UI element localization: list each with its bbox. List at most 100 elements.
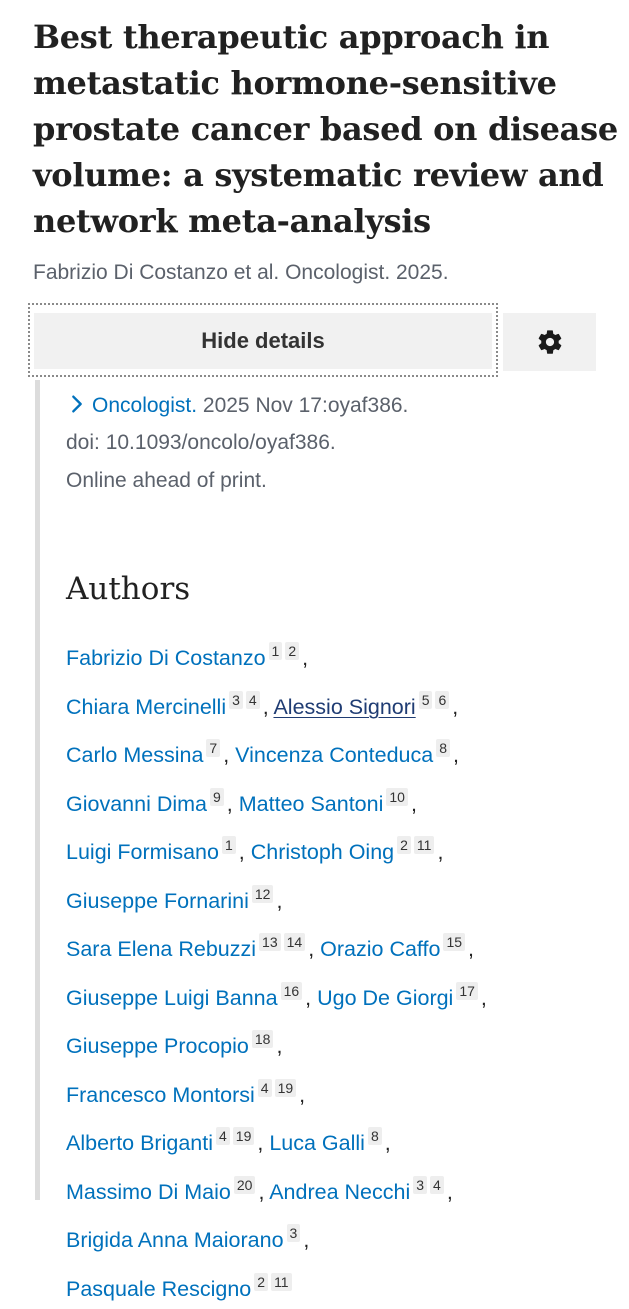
author-link[interactable]: Francesco Montorsi: [66, 1083, 255, 1107]
affiliation-ref[interactable]: 5: [419, 691, 433, 709]
affiliation-refs: 211: [397, 824, 437, 864]
author-link[interactable]: Fabrizio Di Costanzo: [66, 646, 266, 670]
author-link[interactable]: Alessio Signori: [273, 695, 415, 719]
display-settings-button[interactable]: [503, 313, 596, 371]
author-link[interactable]: Sara Elena Rebuzzi: [66, 937, 256, 961]
affiliation-ref[interactable]: 10: [386, 788, 408, 806]
author-line: Massimo Di Maio20, Andrea Necchi34,: [66, 1164, 621, 1213]
affiliation-ref[interactable]: 14: [284, 933, 306, 951]
affiliation-refs: 17: [456, 970, 481, 1010]
affiliation-ref[interactable]: 20: [234, 1176, 256, 1194]
affiliation-ref[interactable]: 19: [233, 1127, 255, 1145]
author-link[interactable]: Pasquale Rescigno: [66, 1277, 251, 1301]
author-separator: ,: [411, 792, 417, 816]
author-separator: ,: [302, 646, 308, 670]
affiliation-ref[interactable]: 7: [206, 739, 220, 757]
author-link[interactable]: Luigi Formisano: [66, 840, 219, 864]
author-line: Chiara Mercinelli34, Alessio Signori56,: [66, 679, 621, 728]
author-link[interactable]: Alberto Briganti: [66, 1131, 213, 1155]
author-link[interactable]: Chiara Mercinelli: [66, 695, 226, 719]
author-separator: ,: [452, 695, 458, 719]
affiliation-ref[interactable]: 1: [222, 836, 236, 854]
affiliation-ref[interactable]: 3: [287, 1224, 301, 1242]
affiliation-refs: 18: [252, 1018, 277, 1058]
article-citation: Fabrizio Di Costanzo et al. Oncologist. …: [33, 258, 449, 288]
affiliation-ref[interactable]: 11: [271, 1273, 292, 1291]
author-line: Giovanni Dima9, Matteo Santoni10,: [66, 776, 621, 825]
author-separator: ,: [303, 1228, 309, 1252]
affiliation-refs: 419: [216, 1115, 257, 1155]
affiliation-refs: 16: [281, 970, 306, 1010]
author-line: Carlo Messina7, Vincenza Conteduca8,: [66, 727, 621, 776]
affiliation-ref[interactable]: 4: [246, 691, 260, 709]
author-separator: ,: [299, 1083, 305, 1107]
affiliation-ref[interactable]: 2: [397, 836, 411, 854]
affiliation-ref[interactable]: 8: [368, 1127, 382, 1145]
affiliation-ref[interactable]: 17: [456, 982, 478, 1000]
affiliation-ref[interactable]: 3: [229, 691, 243, 709]
author-separator: ,: [453, 743, 459, 767]
author-link[interactable]: Orazio Caffo: [320, 937, 440, 961]
affiliation-ref[interactable]: 4: [216, 1127, 230, 1145]
hide-details-label: Hide details: [34, 313, 492, 369]
affiliation-ref[interactable]: 18: [252, 1030, 274, 1048]
affiliation-ref[interactable]: 13: [259, 933, 281, 951]
affiliation-ref[interactable]: 4: [430, 1176, 444, 1194]
affiliation-ref[interactable]: 19: [275, 1079, 297, 1097]
affiliation-refs: 12: [269, 630, 303, 670]
author-separator: ,: [276, 1034, 282, 1058]
publication-status: Online ahead of print.: [66, 465, 267, 497]
author-link[interactable]: Giuseppe Luigi Banna: [66, 986, 278, 1010]
affiliation-ref[interactable]: 6: [435, 691, 449, 709]
affiliation-ref[interactable]: 2: [254, 1273, 268, 1291]
affiliation-refs: 10: [386, 776, 411, 816]
affiliation-ref[interactable]: 15: [443, 933, 465, 951]
author-link[interactable]: Vincenza Conteduca: [235, 743, 433, 767]
author-separator: ,: [481, 986, 487, 1010]
author-link[interactable]: Giuseppe Procopio: [66, 1034, 249, 1058]
affiliation-refs: 211: [254, 1261, 294, 1301]
author-separator: ,: [468, 937, 474, 961]
author-line: Brigida Anna Maiorano3,: [66, 1212, 621, 1261]
author-link[interactable]: Carlo Messina: [66, 743, 203, 767]
author-line: Giuseppe Procopio18,: [66, 1018, 621, 1067]
affiliation-refs: 7: [206, 727, 223, 767]
details-rule: [35, 380, 40, 1200]
author-link[interactable]: Giovanni Dima: [66, 792, 207, 816]
affiliation-ref[interactable]: 11: [414, 836, 435, 854]
affiliation-refs: 419: [258, 1067, 299, 1107]
article-title: Best therapeutic approach in metastatic …: [33, 14, 623, 244]
affiliation-ref[interactable]: 9: [210, 788, 224, 806]
author-link[interactable]: Luca Galli: [269, 1131, 365, 1155]
author-link[interactable]: Matteo Santoni: [239, 792, 384, 816]
publication-date: 2025 Nov 17:oyaf386.: [197, 394, 408, 417]
affiliation-ref[interactable]: 2: [285, 642, 299, 660]
author-line: Giuseppe Luigi Banna16, Ugo De Giorgi17,: [66, 970, 621, 1019]
affiliation-ref[interactable]: 16: [281, 982, 303, 1000]
affiliation-refs: 8: [436, 727, 453, 767]
author-link[interactable]: Brigida Anna Maiorano: [66, 1228, 284, 1252]
author-link[interactable]: Christoph Oing: [251, 840, 394, 864]
author-line: Sara Elena Rebuzzi1314, Orazio Caffo15,: [66, 921, 621, 970]
affiliation-refs: 9: [210, 776, 227, 816]
affiliation-ref[interactable]: 12: [252, 885, 274, 903]
affiliation-refs: 15: [443, 921, 468, 961]
author-separator: ,: [239, 840, 251, 864]
affiliation-ref[interactable]: 1: [269, 642, 283, 660]
affiliation-ref[interactable]: 8: [436, 739, 450, 757]
author-line: Luigi Formisano1, Christoph Oing211,: [66, 824, 621, 873]
journal-link[interactable]: Oncologist.: [92, 394, 197, 417]
author-separator: ,: [305, 986, 317, 1010]
author-separator: ,: [257, 1131, 269, 1155]
affiliation-ref[interactable]: 3: [413, 1176, 427, 1194]
affiliation-ref[interactable]: 4: [258, 1079, 272, 1097]
hide-details-button[interactable]: Hide details: [28, 303, 498, 377]
author-line: Francesco Montorsi419,: [66, 1067, 621, 1116]
authors-list: Fabrizio Di Costanzo12,Chiara Mercinelli…: [66, 630, 621, 1309]
author-link[interactable]: Ugo De Giorgi: [317, 986, 453, 1010]
author-separator: ,: [227, 792, 239, 816]
affiliation-refs: 1314: [259, 921, 308, 961]
affiliation-refs: 56: [419, 679, 453, 719]
author-link[interactable]: Giuseppe Fornarini: [66, 889, 249, 913]
authors-heading: Authors: [66, 566, 190, 612]
